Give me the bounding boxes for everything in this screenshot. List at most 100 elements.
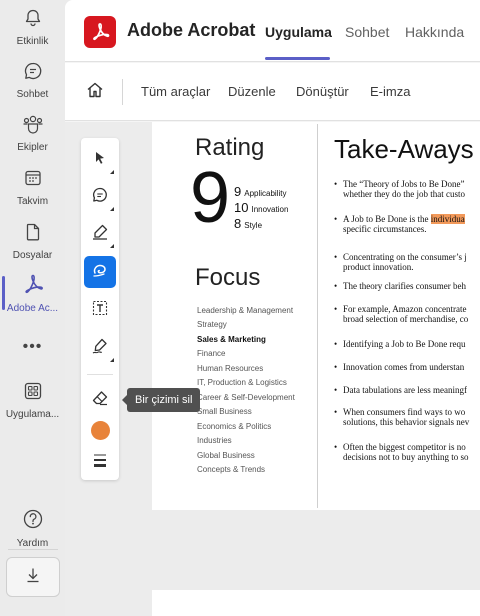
focus-heading: Focus [195, 264, 261, 291]
bullet-icon: • [334, 281, 338, 291]
tool-divider [87, 374, 113, 375]
active-tab-indicator [265, 57, 330, 60]
takeaway-text-continued: specific circumstances. [343, 224, 427, 234]
focus-item: Finance [197, 349, 226, 358]
signature-tool[interactable] [84, 332, 116, 364]
score-name: Innovation [251, 205, 289, 214]
takeaway-text: For example, Amazon concentrate [343, 304, 467, 314]
pdf-next-page[interactable] [152, 590, 480, 616]
overall-score: 9 [190, 158, 231, 238]
score-name: Style [244, 221, 263, 230]
focus-item: Concepts & Trends [197, 465, 266, 474]
rail-item-apps[interactable]: Uygulama... [0, 375, 65, 425]
stroke-width-tool[interactable] [84, 446, 116, 478]
takeaway-text: Data tabulations are less meaningf [343, 385, 467, 395]
focus-item: Sales & Marketing [197, 335, 266, 344]
takeaway-item: • The “Theory of Jobs to Be Done” whether … [334, 179, 480, 199]
takeaway-item: • For example, Amazon concentrate broad se… [334, 304, 480, 324]
e-sign-button[interactable]: E-imza [370, 84, 410, 99]
takeaway-item: • Identifying a Job to Be Done requ [334, 339, 480, 349]
rail-item-files[interactable]: Dosyalar [0, 216, 65, 266]
submenu-indicator [110, 358, 114, 362]
all-tools-button[interactable]: Tüm araçlar [141, 84, 210, 99]
submenu-indicator [110, 170, 114, 174]
rail-label-calendar: Takvim [16, 195, 49, 207]
rail-item-teams[interactable]: Ekipler [0, 108, 65, 158]
takeaway-text: Concentrating on the consumer’s j [343, 252, 467, 262]
drawing-tools-strip [81, 138, 119, 480]
pen-signature-icon [91, 337, 109, 360]
focus-item: IT, Production & Logistics [197, 378, 287, 387]
highlighter-icon [91, 223, 109, 246]
tab-about[interactable]: Hakkında [405, 24, 464, 40]
comment-icon [91, 186, 109, 209]
color-picker[interactable] [91, 421, 110, 440]
rail-label-activity: Etkinlik [16, 35, 49, 47]
focus-item: Leadership & Management [197, 306, 294, 315]
focus-item: Career & Self-Development [197, 393, 295, 402]
score-style: 8 Style [234, 215, 262, 233]
teams-app-rail: Etkinlik Sohbet Ekipler Takvim Dosyalar … [0, 0, 65, 616]
takeaway-text-continued: product innovation. [343, 262, 414, 272]
rail-item-chat[interactable]: Sohbet [0, 55, 65, 105]
bullet-icon: • [334, 339, 338, 349]
app-title: Adobe Acrobat [127, 20, 256, 40]
comment-tool[interactable] [84, 181, 116, 213]
draw-freeform-tool[interactable] [84, 256, 116, 288]
takeaway-text: A Job to Be Done is the [343, 214, 431, 224]
acrobat-logo-icon [84, 16, 116, 48]
tab-application[interactable]: Uygulama [265, 24, 332, 40]
tab-chat[interactable]: Sohbet [345, 24, 389, 40]
cursor-icon [92, 150, 108, 171]
select-tool[interactable] [84, 144, 116, 176]
bullet-icon: • [334, 385, 338, 395]
rail-item-help[interactable]: Yardım [0, 503, 65, 553]
rail-item-adobe-acrobat[interactable]: Adobe Ac... [0, 268, 65, 318]
takeaway-text: Innovation comes from understan [343, 362, 465, 372]
takeaway-text-continued: whether they do the job that custo [343, 189, 465, 199]
rail-divider [8, 549, 58, 550]
takeaway-item: • A Job to Be Done is the individua specif… [334, 214, 480, 234]
edit-button[interactable]: Düzenle [228, 84, 276, 99]
rail-label-apps: Uygulama... [5, 408, 60, 420]
bullet-icon: • [334, 407, 338, 417]
convert-button[interactable]: Dönüştür [296, 84, 349, 99]
download-button[interactable] [6, 557, 60, 597]
focus-item: Small Business [197, 407, 252, 416]
eraser-tooltip: Bir çizimi sil [121, 388, 201, 412]
focus-item: Strategy [197, 320, 227, 329]
acrobat-app-pane: Adobe Acrobat Uygulama Sohbet Hakkında T… [65, 0, 480, 616]
score-value: 10 [234, 200, 249, 215]
bullet-icon: • [334, 252, 338, 262]
home-button[interactable] [83, 80, 107, 104]
eraser-tool[interactable] [84, 384, 116, 416]
focus-item: Economics & Politics [197, 422, 272, 431]
rail-item-calendar[interactable]: Takvim [0, 162, 65, 212]
rail-item-activity[interactable]: Etkinlik [0, 2, 65, 52]
pdf-page[interactable]: Rating 9 9 Applicability 10 Innovation 8 St… [152, 122, 480, 510]
download-icon [24, 566, 42, 589]
takeaway-text-continued: solutions, this behavior signals nev [343, 417, 470, 427]
takeaway-text: Often the biggest competitor is no [343, 442, 466, 452]
bell-icon [23, 8, 43, 33]
eraser-icon [91, 389, 109, 412]
text-box-icon [91, 299, 109, 322]
takeaway-text: When consumers find ways to wo [343, 407, 466, 417]
more-apps-icon[interactable]: ••• [0, 338, 65, 356]
toolbar-separator [122, 79, 123, 105]
submenu-indicator [110, 244, 114, 248]
help-icon [22, 508, 44, 535]
freeform-draw-icon [91, 261, 109, 284]
text-box-tool[interactable] [84, 294, 116, 326]
rail-label-files: Dosyalar [12, 249, 53, 261]
highlight-tool[interactable] [84, 218, 116, 250]
takeaway-item: • The theory clarifies consumer beh [334, 281, 480, 291]
takeaways-heading: Take-Aways [334, 134, 474, 164]
takeaway-text-continued: decisions not to buy anything to so [343, 452, 469, 462]
bullet-icon: • [334, 362, 338, 372]
highlighted-text[interactable]: individua [430, 214, 465, 224]
focus-item: Global Business [197, 451, 255, 460]
focus-item: Industries [197, 436, 232, 445]
takeaway-item: • Data tabulations are less meaningf [334, 385, 480, 395]
takeaway-item: • Innovation comes from understan [334, 362, 480, 372]
